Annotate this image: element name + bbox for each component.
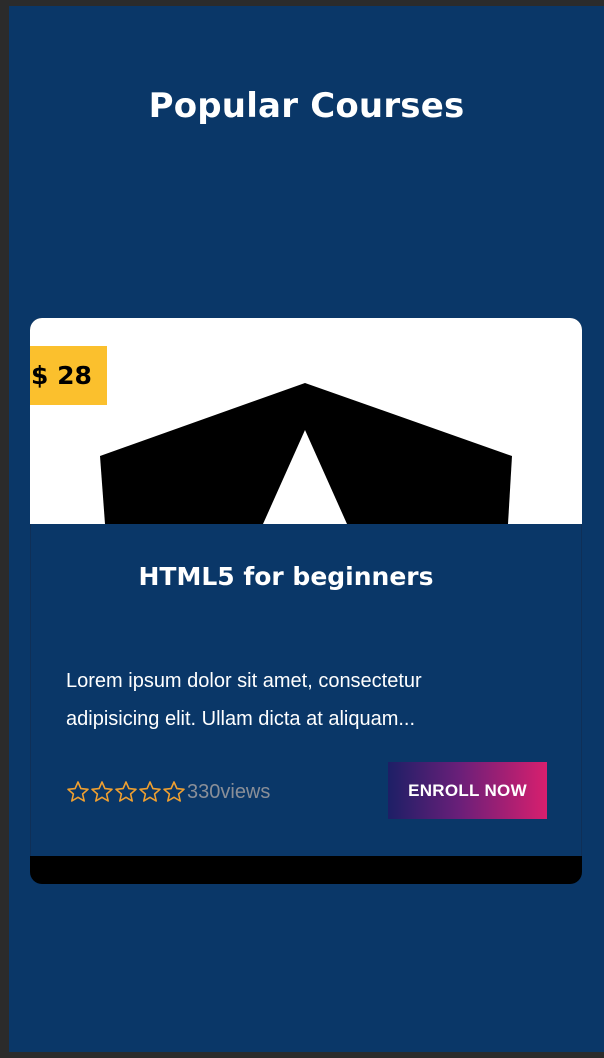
course-card[interactable]: $ 28 HTML5 for beginners Lorem ipsum dol…	[30, 318, 582, 884]
course-image: $ 28	[30, 318, 582, 524]
courses-section: Popular Courses $ 28 HTML5 for beginners…	[9, 6, 604, 1052]
rating-stars	[66, 780, 186, 804]
star-icon	[115, 781, 137, 802]
rating-row: 330views	[66, 777, 270, 807]
html5-logo-icon	[100, 383, 512, 524]
views-count: 330views	[187, 780, 271, 803]
course-card-body: HTML5 for beginners Lorem ipsum dolor si…	[30, 524, 582, 856]
star-icon	[139, 781, 161, 802]
star-icon	[91, 781, 113, 802]
course-title[interactable]: HTML5 for beginners	[31, 562, 541, 591]
section-title: Popular Courses	[148, 86, 465, 126]
enroll-now-button[interactable]: ENROLL NOW	[388, 762, 547, 819]
star-icon	[67, 781, 89, 802]
browser-frame: Popular Courses $ 28 HTML5 for beginners…	[0, 0, 604, 1058]
star-icon	[163, 781, 185, 802]
course-description: Lorem ipsum dolor sit amet, consectetur …	[66, 670, 422, 730]
price-badge: $ 28	[30, 346, 107, 405]
